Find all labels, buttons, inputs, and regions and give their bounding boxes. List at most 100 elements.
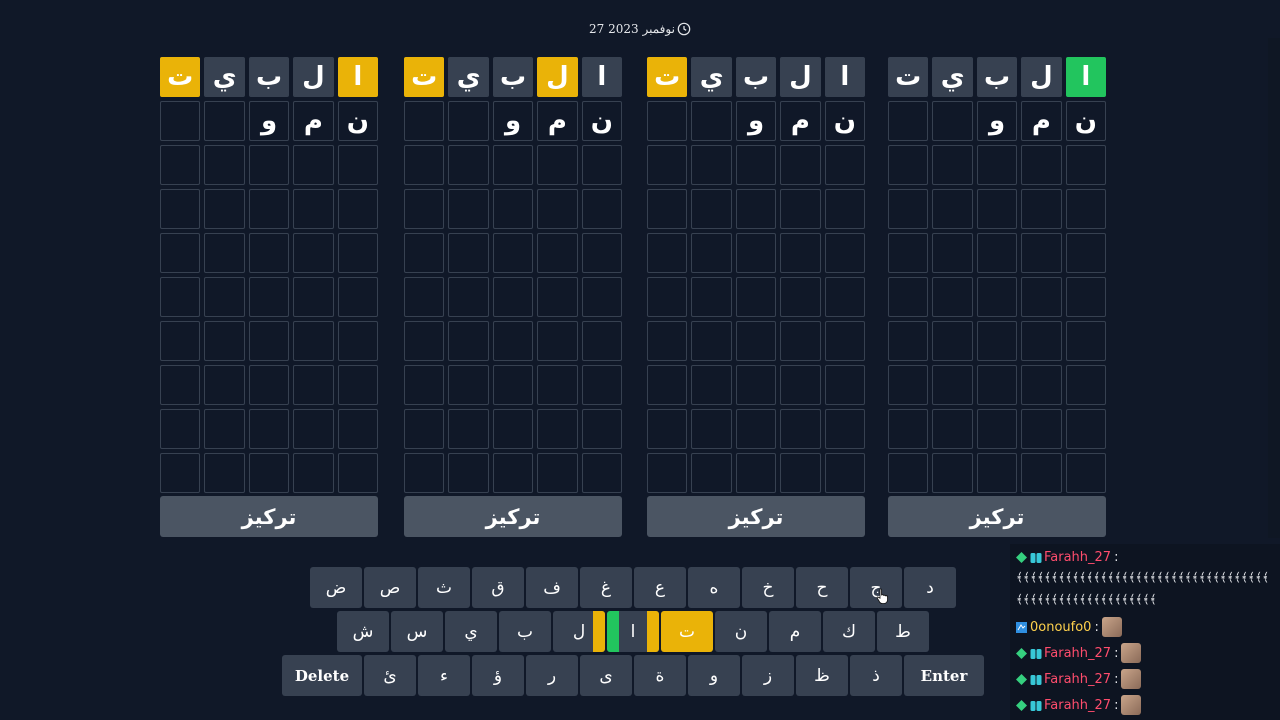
tile — [1021, 189, 1062, 229]
tile — [204, 409, 245, 449]
tile — [492, 277, 534, 317]
tile: ت — [888, 57, 929, 97]
focus-button[interactable]: تركيز — [404, 496, 622, 537]
tile — [160, 233, 201, 273]
key[interactable]: ه — [688, 567, 740, 608]
tile — [337, 233, 378, 273]
tile — [293, 409, 334, 449]
focus-button[interactable]: تركيز — [647, 496, 865, 537]
key[interactable]: ز — [742, 655, 794, 696]
key[interactable]: ض — [310, 567, 362, 608]
tile — [204, 189, 245, 229]
tile — [537, 189, 578, 229]
key[interactable]: س — [391, 611, 443, 652]
focus-button[interactable]: تركيز — [888, 496, 1106, 537]
chat-message-text: ﴾﴾﴾﴾﴾﴾﴾﴾﴾﴾﴾﴾﴾﴾﴾﴾﴾﴾﴾﴾ — [1016, 592, 1158, 606]
key[interactable]: ص — [364, 567, 416, 608]
tile — [537, 233, 578, 273]
tile — [691, 189, 732, 229]
key[interactable]: ي — [445, 611, 497, 652]
board-row — [888, 145, 1106, 185]
enter-key[interactable]: Enter — [904, 655, 984, 696]
tile — [204, 233, 245, 273]
key[interactable]: خ — [742, 567, 794, 608]
chat-username[interactable]: Farahh_27 — [1044, 550, 1111, 565]
keyboard-row-3: Enter ذ ظ ز و ة ى ر ؤ ء ئ Delete — [282, 655, 984, 696]
key[interactable]: ى — [580, 655, 632, 696]
chat-username[interactable]: Farahh_27 — [1044, 698, 1111, 713]
tile — [888, 409, 929, 449]
chat-colon: : — [1114, 549, 1119, 565]
tile — [337, 145, 378, 185]
key[interactable]: ظ — [796, 655, 848, 696]
chat-colon: : — [1114, 697, 1119, 713]
tile: ن — [824, 101, 865, 141]
key-label: ر — [547, 665, 557, 686]
tile — [1065, 453, 1106, 493]
tile: و — [248, 101, 290, 141]
tile — [160, 101, 201, 141]
key[interactable]: ق — [472, 567, 524, 608]
tile — [293, 277, 334, 317]
key[interactable]: ء — [418, 655, 470, 696]
tile — [888, 101, 929, 141]
key[interactable]: ح — [796, 567, 848, 608]
chat-username[interactable]: Farahh_27 — [1044, 646, 1111, 661]
key[interactable]: ئ — [364, 655, 416, 696]
board-row — [888, 189, 1106, 229]
chat-username[interactable]: Farahh_27 — [1044, 672, 1111, 687]
delete-key[interactable]: Delete — [282, 655, 362, 696]
board-row: البيت — [647, 57, 865, 97]
tile — [780, 365, 821, 405]
board-row: نمو — [160, 101, 378, 141]
tile — [647, 145, 688, 185]
chat-username[interactable]: 0onoufo0 — [1030, 620, 1091, 635]
key[interactable]: ؤ — [472, 655, 524, 696]
tile — [932, 101, 973, 141]
tile — [888, 233, 929, 273]
key[interactable]: م — [769, 611, 821, 652]
key[interactable]: ا — [607, 611, 659, 652]
key[interactable]: ك — [823, 611, 875, 652]
key-label: ؤ — [493, 665, 503, 686]
tile — [537, 277, 578, 317]
key[interactable]: و — [688, 655, 740, 696]
key-label: و — [709, 665, 719, 686]
key[interactable]: ة — [634, 655, 686, 696]
key[interactable]: ش — [337, 611, 389, 652]
keyboard-row-2: طكمنتالبيسش — [337, 611, 929, 652]
tile — [976, 409, 1018, 449]
tile — [404, 409, 445, 449]
tile: ي — [932, 57, 973, 97]
key[interactable]: ع — [634, 567, 686, 608]
tile — [581, 189, 622, 229]
tile: ي — [448, 57, 489, 97]
tile — [448, 189, 489, 229]
tile — [448, 365, 489, 405]
tile — [448, 101, 489, 141]
sub-badge-icon — [1030, 648, 1042, 659]
key[interactable]: ت — [661, 611, 713, 652]
emote-image — [1101, 617, 1122, 637]
key[interactable]: ذ — [850, 655, 902, 696]
key[interactable]: غ — [580, 567, 632, 608]
sub-badge-icon — [1030, 674, 1042, 685]
focus-button[interactable]: تركيز — [160, 496, 378, 537]
board-row — [647, 233, 865, 273]
board-row — [404, 277, 622, 317]
tile — [160, 189, 201, 229]
tile — [1065, 409, 1106, 449]
page-scrollbar[interactable] — [1268, 38, 1280, 538]
key[interactable]: ث — [418, 567, 470, 608]
key[interactable]: ر — [526, 655, 578, 696]
key[interactable]: ن — [715, 611, 767, 652]
tile — [293, 365, 334, 405]
board-row — [160, 365, 378, 405]
key[interactable]: د — [904, 567, 956, 608]
key[interactable]: ف — [526, 567, 578, 608]
tile — [647, 409, 688, 449]
key[interactable]: ب — [499, 611, 551, 652]
tile — [976, 277, 1018, 317]
key[interactable]: ط — [877, 611, 929, 652]
key[interactable]: ل — [553, 611, 605, 652]
